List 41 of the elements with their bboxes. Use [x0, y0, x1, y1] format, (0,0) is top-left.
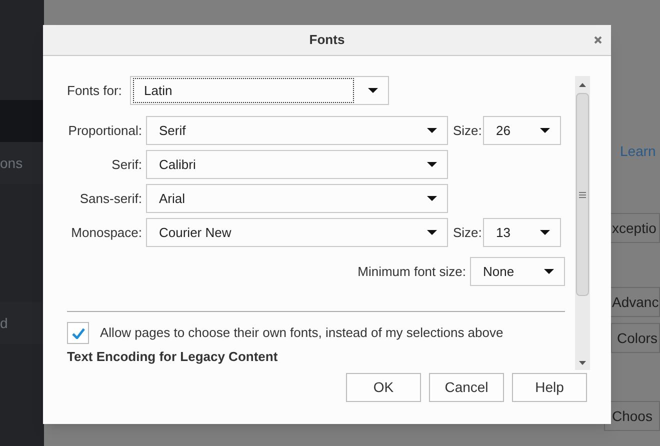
label: Monospace:	[70, 224, 143, 242]
label: Serif:	[110, 156, 143, 174]
button[interactable]: Help	[512, 373, 587, 402]
dropdown[interactable]: 13	[483, 218, 561, 247]
dropdown[interactable]: 26	[483, 116, 561, 145]
close-icon[interactable]	[594, 36, 602, 44]
label: Minimum font size:	[358, 262, 466, 281]
section-heading: Text Encoding for Legacy Content	[67, 348, 279, 366]
scroll-down-icon[interactable]	[579, 361, 586, 365]
dropdown[interactable]: Calibri	[146, 150, 448, 179]
caret-icon	[427, 162, 437, 167]
label: Fonts for:	[67, 82, 123, 100]
dropdown[interactable]: Courier New	[146, 218, 448, 247]
sidebar-item[interactable]	[0, 100, 44, 142]
caret-icon	[427, 196, 437, 201]
dropdown[interactable]: Arial	[146, 184, 448, 213]
window-title: Fonts	[309, 31, 345, 50]
button[interactable]: Colors	[611, 323, 660, 353]
label: Size:	[453, 224, 483, 242]
scrollbar[interactable]	[575, 76, 590, 370]
checkbox-label[interactable]: Allow pages to choose their own fonts, instead of my selections above	[100, 323, 504, 343]
checkbox[interactable]	[67, 322, 89, 344]
caret-icon	[544, 269, 554, 274]
dropdown[interactable]: None	[470, 257, 565, 286]
checkmark-icon	[72, 328, 84, 338]
label: Proportional:	[67, 122, 143, 140]
label: Size:	[453, 122, 483, 140]
button[interactable]: Cancel	[429, 373, 504, 402]
caret-icon	[368, 88, 378, 93]
grip-icon	[579, 192, 586, 198]
caret-icon	[540, 128, 550, 133]
button[interactable]: OK	[346, 373, 421, 402]
scroll-up-icon[interactable]	[579, 83, 586, 87]
scrollbar-thumb[interactable]	[576, 93, 589, 296]
dropdown[interactable]: Serif	[146, 116, 448, 145]
label: Sans-serif:	[78, 190, 143, 208]
caret-icon	[540, 230, 550, 235]
button[interactable]: Choos	[604, 401, 660, 431]
caret-icon	[427, 128, 437, 133]
caret-icon	[427, 230, 437, 235]
dropdown[interactable]: Latin	[130, 76, 389, 105]
